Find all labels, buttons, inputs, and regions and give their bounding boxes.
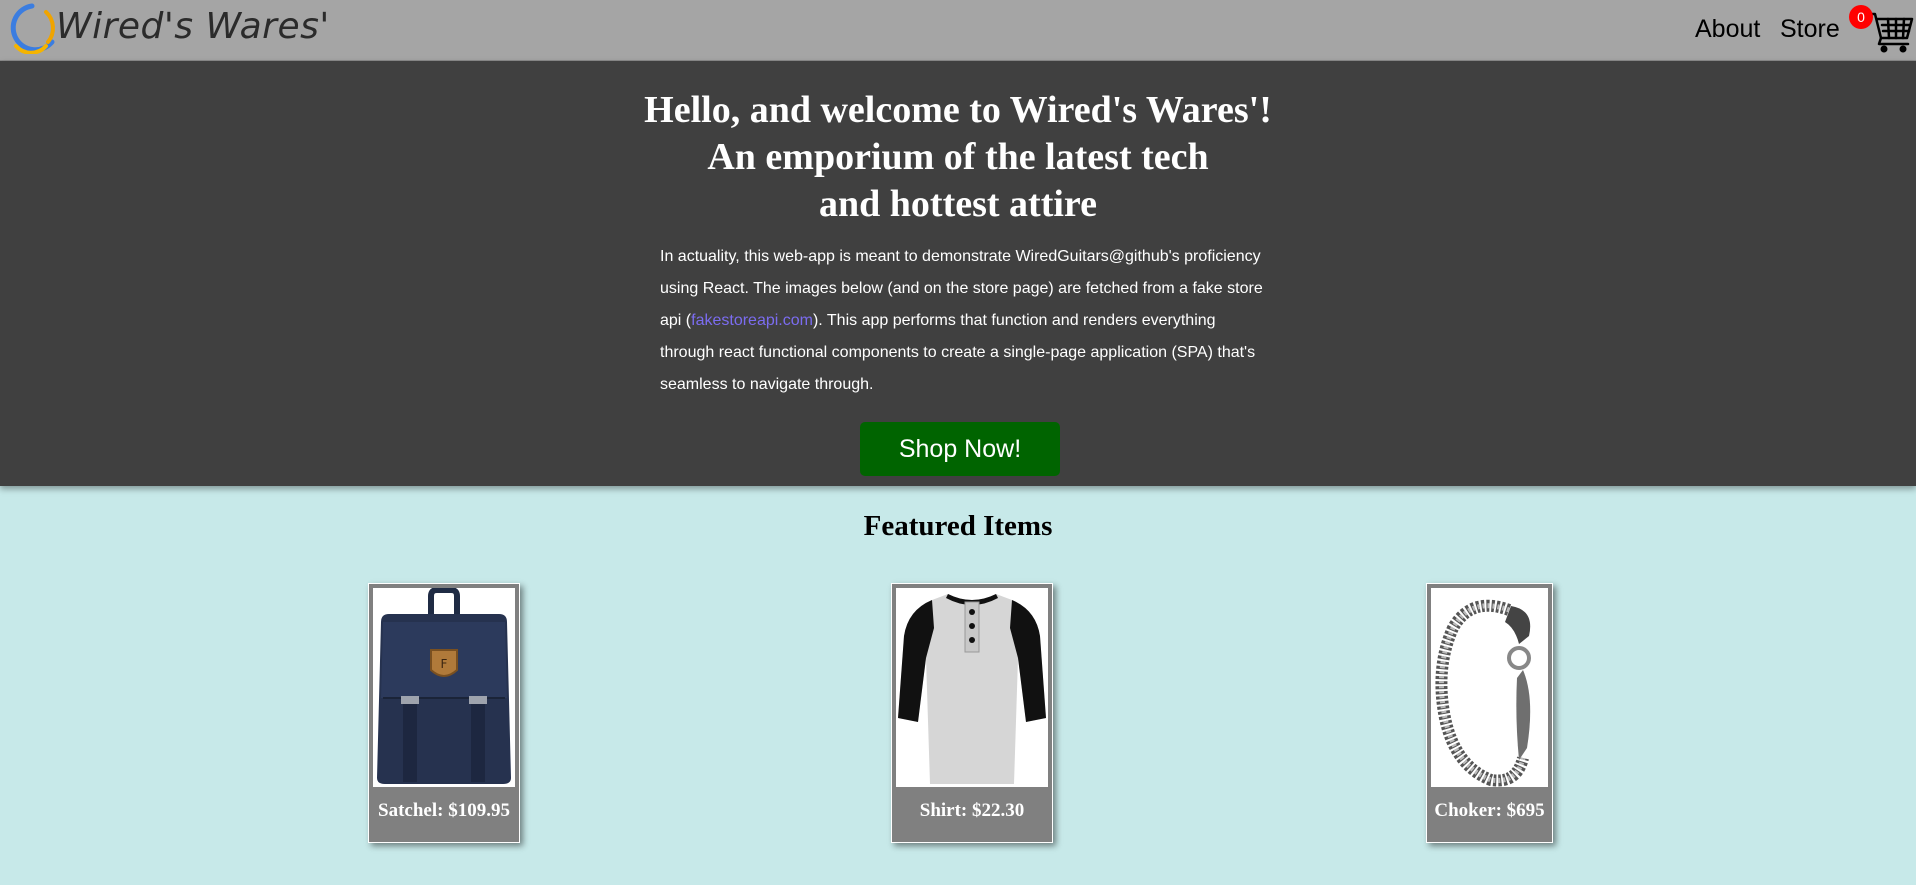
satchel-caption: Satchel: $109.95 bbox=[378, 800, 510, 821]
shirt-caption: Shirt: $22.30 bbox=[919, 800, 1025, 821]
featured-item-card-shirt[interactable]: Shirt: $22.30 bbox=[891, 583, 1053, 843]
brand-name[interactable]: Wired's Wares' bbox=[56, 6, 330, 47]
hero-title-line-3: and hottest attire bbox=[819, 183, 1097, 225]
choker-caption: Choker: $695 bbox=[1434, 800, 1545, 821]
nav-link-about[interactable]: About bbox=[1695, 15, 1760, 44]
shopping-cart-icon[interactable] bbox=[1866, 6, 1914, 54]
nav-link-store[interactable]: Store bbox=[1780, 15, 1840, 44]
hero-description: In actuality, this web-app is meant to d… bbox=[660, 241, 1270, 401]
shop-now-button[interactable]: Shop Now! bbox=[860, 422, 1060, 476]
hero-title-line-1: Hello, and welcome to Wired's Wares'! bbox=[644, 89, 1272, 131]
featured-items-heading: Featured Items bbox=[863, 510, 1053, 542]
brand-logo-icon[interactable] bbox=[2, 2, 58, 54]
satchel-image[interactable]: F bbox=[373, 588, 515, 787]
top-navbar: Wired's Wares' About Store 0 bbox=[0, 0, 1916, 61]
fakestoreapi-link[interactable]: fakestoreapi.com bbox=[691, 312, 813, 329]
featured-item-card-satchel[interactable]: F Satchel: $109.95 bbox=[368, 583, 520, 843]
svg-text:F: F bbox=[441, 657, 448, 671]
choker-image[interactable] bbox=[1431, 588, 1548, 787]
shirt-image[interactable] bbox=[896, 588, 1048, 787]
cart-count-badge: 0 bbox=[1849, 5, 1873, 29]
hero-title: Hello, and welcome to Wired's Wares'! An… bbox=[0, 87, 1916, 228]
featured-item-card-choker[interactable]: Choker: $695 bbox=[1426, 583, 1553, 843]
hero-title-line-2: An emporium of the latest tech bbox=[707, 136, 1209, 178]
hero-section: Hello, and welcome to Wired's Wares'! An… bbox=[0, 61, 1916, 486]
